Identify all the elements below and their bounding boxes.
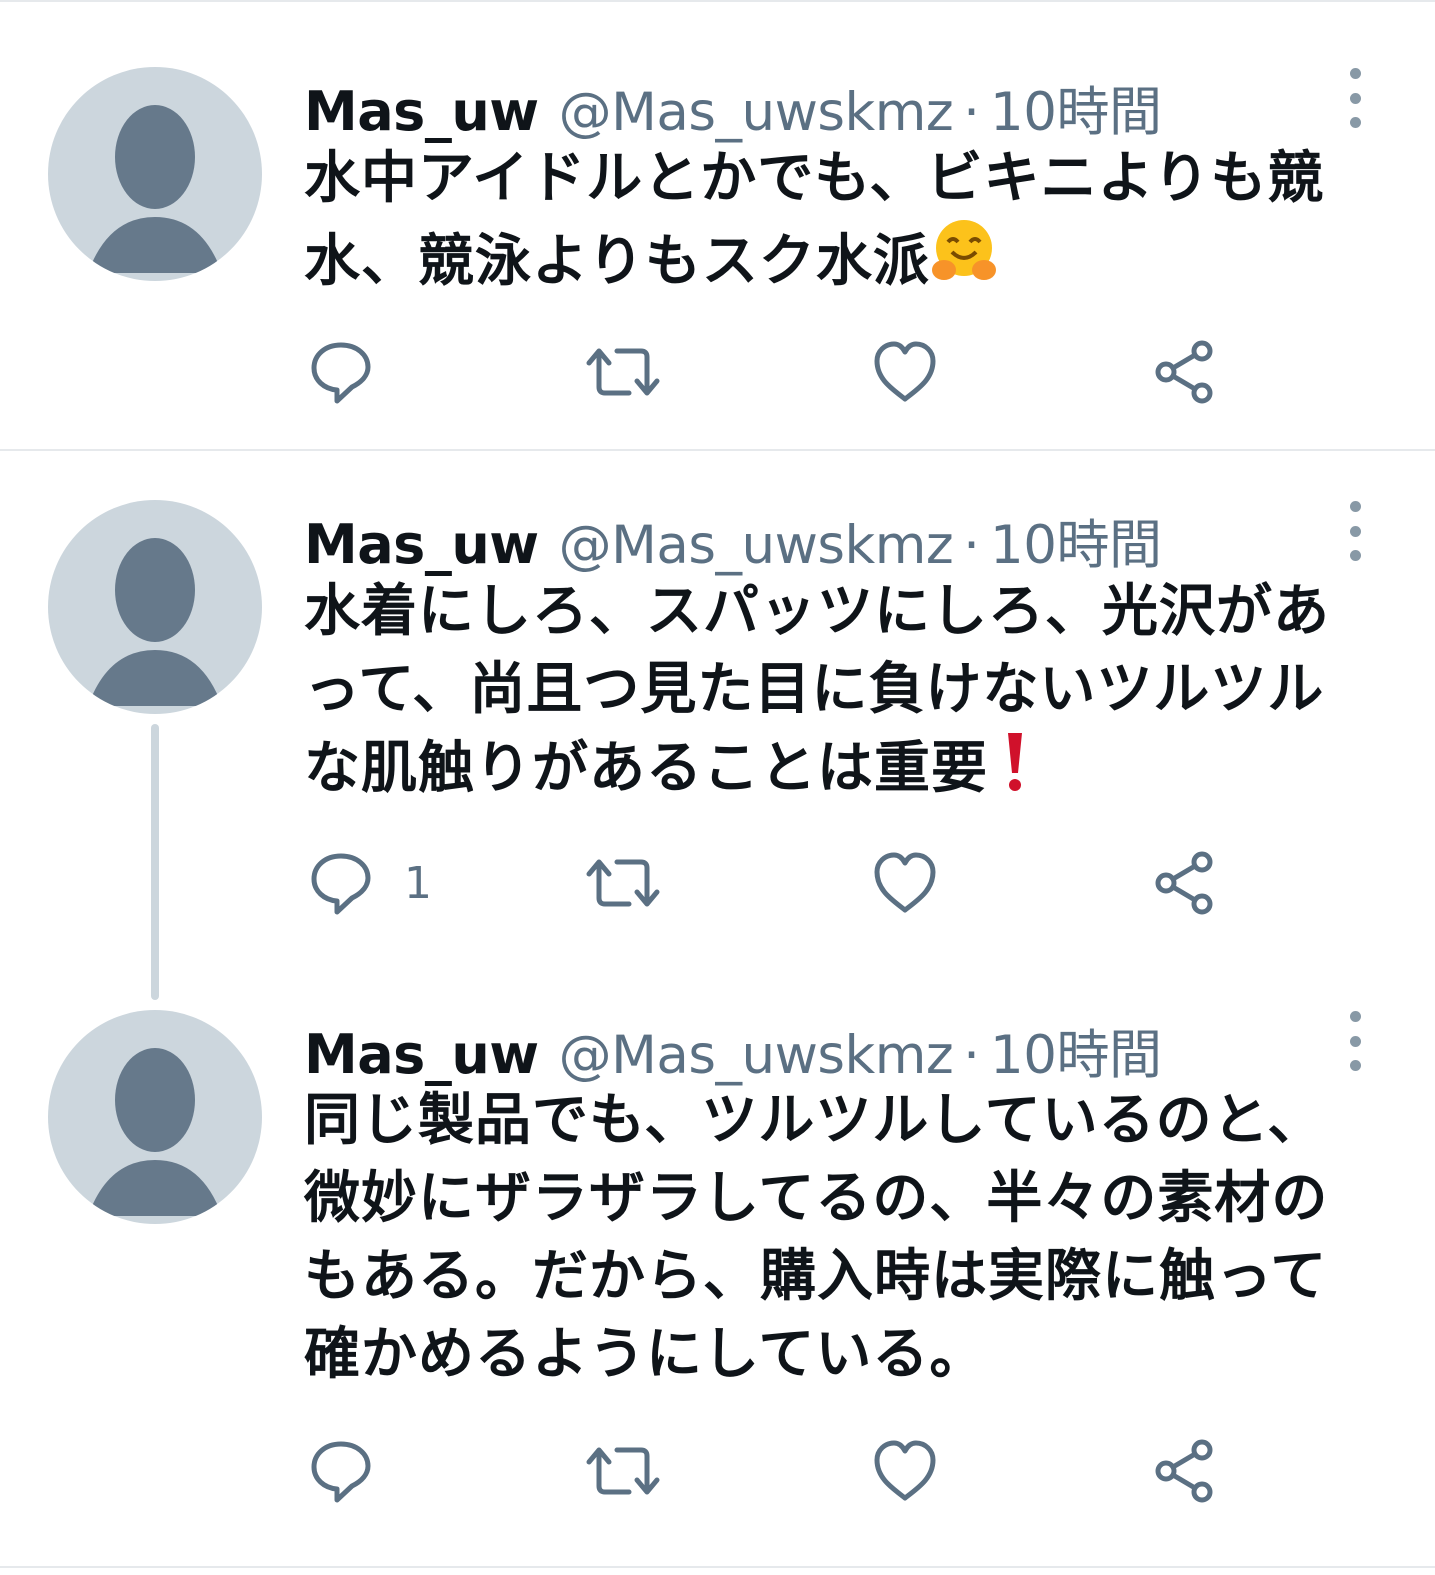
retweet-icon (586, 1447, 660, 1495)
tweet-text-content: 同じ製品でも、ツルツルしているのと、 微妙にザラザラしてるの、半々の素材の もあ… (304, 1088, 1329, 1387)
tweet-3[interactable]: Mas_uw @Mas_uwskmz · 10時間 同じ製品でも、ツルツルしてい… (0, 0, 1435, 1575)
separator-dot: · (963, 1025, 981, 1086)
default-avatar-icon (88, 1048, 222, 1216)
like-button[interactable] (872, 1436, 938, 1506)
share-icon (1155, 1439, 1213, 1503)
more-options-icon[interactable] (1338, 1011, 1372, 1071)
share-button[interactable] (1152, 1436, 1218, 1506)
display-name[interactable]: Mas_uw (304, 1023, 539, 1086)
timestamp[interactable]: 10時間 (990, 1013, 1162, 1089)
tweet-text: 同じ製品でも、ツルツルしているのと、 微妙にザラザラしてるの、半々の素材の もあ… (304, 1082, 1404, 1394)
user-handle[interactable]: @Mas_uwskmz (559, 1025, 954, 1086)
tweet-actions (0, 1436, 1435, 1506)
reply-icon (311, 1441, 371, 1503)
bottom-divider (0, 1566, 1435, 1568)
avatar[interactable] (48, 1010, 262, 1224)
reply-button[interactable] (308, 1436, 404, 1506)
like-icon (874, 1440, 936, 1501)
retweet-button[interactable] (585, 1436, 661, 1506)
tweet-header: Mas_uw @Mas_uwskmz · 10時間 (304, 1013, 1162, 1086)
